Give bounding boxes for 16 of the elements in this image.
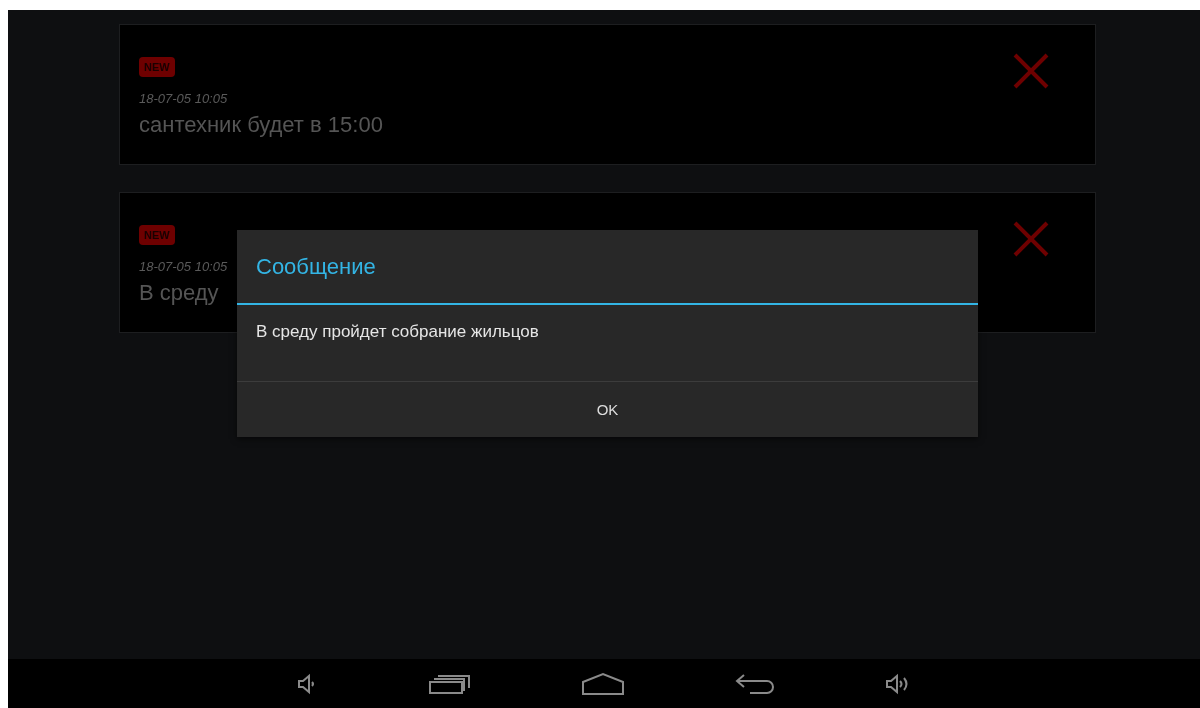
- dialog-title: Сообщение: [237, 230, 978, 305]
- home-icon: [581, 671, 625, 696]
- close-icon: [1013, 221, 1049, 257]
- home-button[interactable]: [581, 671, 625, 696]
- message-text: В среду: [139, 280, 219, 306]
- message-time: 18-07-05 10:05: [139, 259, 228, 274]
- new-badge: NEW: [139, 225, 175, 245]
- close-icon: [1013, 53, 1049, 89]
- back-arrow-icon: [735, 672, 775, 695]
- recent-apps-icon: [429, 672, 471, 695]
- message-time: 18-07-05 10:05: [139, 91, 228, 106]
- ok-button[interactable]: OK: [237, 382, 978, 437]
- message-text: сантехник будет в 15:00: [139, 112, 383, 138]
- new-badge: NEW: [139, 57, 175, 77]
- recent-apps-button[interactable]: [429, 672, 471, 695]
- back-button[interactable]: [735, 672, 775, 695]
